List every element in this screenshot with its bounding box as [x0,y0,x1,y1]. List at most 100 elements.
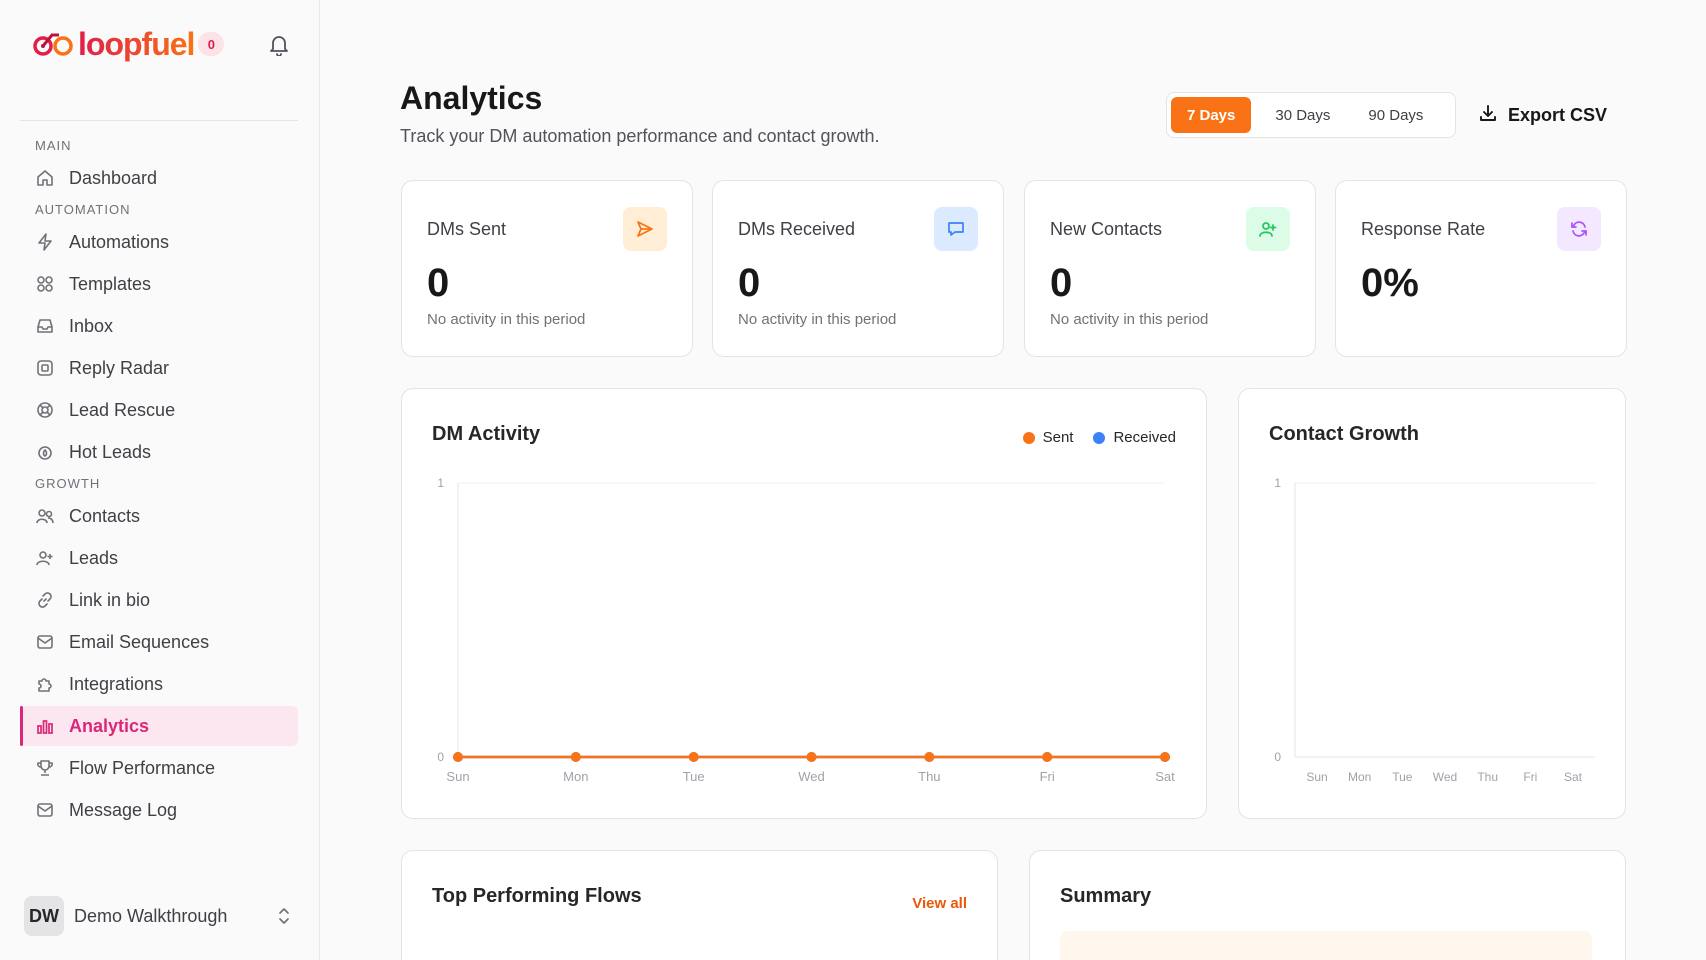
x-tick-label: Mon [563,769,588,784]
user-name: Demo Walkthrough [74,905,228,926]
sidebar-item-label: Automations [69,231,170,252]
x-tick-label: Sat [1564,770,1583,784]
stat-value: 0 [1050,261,1073,305]
sidebar-nav: MAIN Dashboard AUTOMATION Automations Te… [20,136,298,854]
sidebar-item-label: Integrations [69,673,164,694]
sidebar-item-leads[interactable]: Leads [20,538,298,578]
notification-count-badge: 0 [198,32,225,56]
sidebar: loopfuel 0 MAIN Dashboard AUTOMATION Aut… [0,0,320,960]
x-tick-label: Wed [1433,770,1457,784]
sidebar-item-label: Inbox [69,315,114,336]
stat-label: DMs Received [738,219,856,239]
stat-card-dms-received: DMs Received 0 No activity in this perio… [712,180,1004,357]
sidebar-item-label: Email Sequences [69,631,210,652]
sidebar-item-label: Analytics [69,715,150,736]
stat-label: DMs Sent [427,219,507,239]
send-icon [623,207,667,251]
stat-card-new-contacts: New Contacts 0 No activity in this perio… [1024,180,1316,357]
stat-card-response-rate: Response Rate 0% [1335,180,1627,357]
sidebar-item-templates[interactable]: Templates [20,264,298,304]
sidebar-item-flow-performance[interactable]: Flow Performance [20,748,298,788]
y-tick-label: 1 [1274,476,1281,490]
sidebar-item-hot-leads[interactable]: Hot Leads [20,432,298,472]
brand-logo[interactable]: loopfuel 0 [32,24,225,64]
sidebar-item-automations[interactable]: Automations [20,222,298,262]
x-tick-label: Wed [798,769,825,784]
sidebar-item-analytics[interactable]: Analytics [20,706,298,746]
page-subtitle: Track your DM automation performance and… [400,126,880,146]
x-tick-label: Fri [1040,769,1055,784]
section-label-automation: AUTOMATION [35,202,131,217]
puzzle-icon [35,674,55,694]
export-csv-button[interactable]: Export CSV [1478,96,1607,134]
flame-icon [35,442,55,462]
chevron-up-down-icon [274,906,294,926]
range-90-days-button[interactable]: 90 Days [1352,97,1439,133]
stat-note: No activity in this period [1050,311,1209,328]
sidebar-item-link-in-bio[interactable]: Link in bio [20,580,298,620]
bolt-icon [35,232,55,252]
user-plus-icon [35,548,55,568]
stat-value: 0% [1361,261,1419,305]
range-30-days-button[interactable]: 30 Days [1259,97,1346,133]
data-point-sent [570,752,581,762]
sidebar-item-email-sequences[interactable]: Email Sequences [20,622,298,662]
contact-growth-chart: 0 1 Sun Mon Tue Wed Thu Fri Sat [1274,476,1595,784]
contact-growth-card: Contact Growth 0 1 Sun Mon Tue Wed Thu Fri Sat [1238,388,1626,819]
dm-activity-card: DM Activity Sent Received 0 1 Sun Mon Tue Wed… [401,388,1207,819]
section-label-growth: GROWTH [35,476,101,491]
data-point-sent [806,752,817,762]
summary-title: Summary [1060,885,1152,907]
lifebuoy-icon [35,400,55,420]
sidebar-item-dashboard[interactable]: Dashboard [20,158,298,198]
sidebar-item-label: Reply Radar [69,357,170,378]
sidebar-item-inbox[interactable]: Inbox [20,306,298,346]
loopfuel-logo-icon [32,29,76,59]
sidebar-divider [20,120,298,121]
top-flows-title: Top Performing Flows [432,885,642,907]
grid-icon [35,274,55,294]
range-7-days-button[interactable]: 7 Days [1171,97,1252,133]
stat-value: 0 [738,261,761,305]
sidebar-item-integrations[interactable]: Integrations [20,664,298,704]
sidebar-item-label: Lead Rescue [69,399,176,420]
sidebar-item-label: Templates [69,273,152,294]
sidebar-item-lead-rescue[interactable]: Lead Rescue [20,390,298,430]
bar-chart-icon [35,716,55,736]
y-tick-label: 0 [1274,750,1281,764]
sidebar-item-label: Hot Leads [69,441,152,462]
sidebar-item-label: Dashboard [69,167,158,188]
bell-icon[interactable] [266,32,292,58]
refresh-icon [1557,207,1601,251]
stat-note: No activity in this period [738,311,897,328]
mail-icon [35,800,55,820]
x-tick-label: Sat [1155,769,1175,784]
page-title: Analytics [400,80,543,116]
data-point-sent [924,752,935,762]
stat-card-dms-sent: DMs Sent 0 No activity in this period [401,180,693,357]
sidebar-item-label: Flow Performance [69,757,216,778]
view-all-link[interactable]: View all [912,895,967,912]
sidebar-item-reply-radar[interactable]: Reply Radar [20,348,298,388]
x-tick-label: Sun [446,769,469,784]
message-icon [934,207,978,251]
data-point-sent [688,752,699,762]
sidebar-item-message-log[interactable]: Message Log [20,790,298,830]
x-tick-label: Fri [1523,770,1537,784]
mail-icon [35,632,55,652]
sidebar-item-contacts[interactable]: Contacts [20,496,298,536]
avatar: DW [24,896,64,936]
user-menu[interactable]: DW Demo Walkthrough [24,894,294,938]
x-tick-label: Tue [683,769,705,784]
data-point-sent [453,752,463,762]
inbox-icon [35,316,55,336]
sidebar-item-label: Message Log [69,799,178,820]
y-tick-label: 1 [437,476,444,490]
data-point-sent [1160,752,1170,762]
summary-card: Summary [1029,850,1626,960]
x-tick-label: Tue [1392,770,1413,784]
summary-highlight [1060,931,1592,960]
home-icon [35,168,55,188]
stat-label: New Contacts [1050,219,1163,239]
radar-icon [35,358,55,378]
